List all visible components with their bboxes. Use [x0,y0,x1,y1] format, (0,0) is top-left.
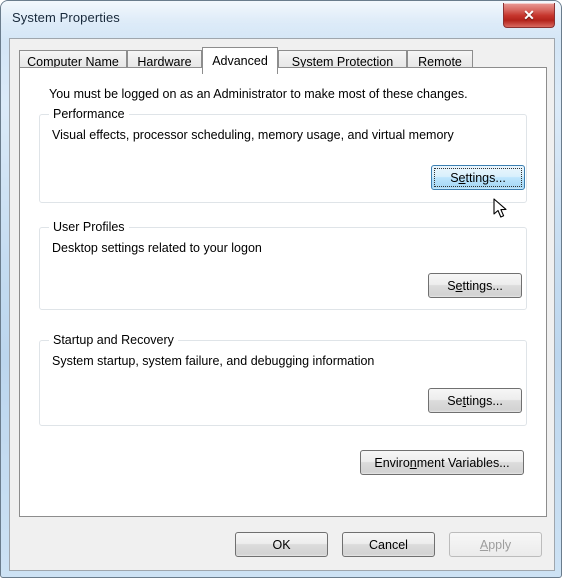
button-label: Apply [479,537,512,552]
administrator-note: You must be logged on as an Administrato… [49,87,468,101]
window-title: System Properties [12,10,120,25]
button-label: Settings... [447,278,503,293]
startup-recovery-settings-button[interactable]: Settings... [428,388,522,413]
group-startup-recovery: Startup and Recovery System startup, sys… [39,333,527,426]
environment-variables-button[interactable]: Environment Variables... [360,450,524,475]
group-legend-performance: Performance [49,107,129,121]
group-legend-startup-recovery: Startup and Recovery [49,333,178,347]
cancel-button[interactable]: Cancel [342,532,435,557]
dialog-client-area: Computer Name Hardware Advanced System P… [9,38,555,571]
ok-button[interactable]: OK [235,532,328,557]
group-description-user-profiles: Desktop settings related to your logon [52,241,262,255]
title-bar[interactable]: System Properties ✕ [1,1,561,37]
button-label: OK [272,537,291,552]
system-properties-window: System Properties ✕ Computer Name Hardwa… [0,0,562,578]
user-profiles-settings-button[interactable]: Settings... [428,273,522,298]
button-label: Cancel [369,537,408,552]
tab-advanced[interactable]: Advanced [202,47,278,74]
performance-settings-button[interactable]: Settings... [431,165,525,190]
group-performance: Performance Visual effects, processor sc… [39,107,527,203]
apply-button[interactable]: Apply [449,532,542,557]
group-user-profiles: User Profiles Desktop settings related t… [39,220,527,310]
tab-label: Advanced [212,54,268,68]
close-icon: ✕ [523,6,535,23]
button-label: Settings... [450,170,506,185]
close-button[interactable]: ✕ [503,3,555,28]
group-description-startup-recovery: System startup, system failure, and debu… [52,354,375,368]
button-label: Settings... [447,393,503,408]
button-label: Environment Variables... [374,455,510,470]
group-description-performance: Visual effects, processor scheduling, me… [52,128,454,142]
group-legend-user-profiles: User Profiles [49,220,129,234]
tab-page-advanced: You must be logged on as an Administrato… [19,67,547,517]
